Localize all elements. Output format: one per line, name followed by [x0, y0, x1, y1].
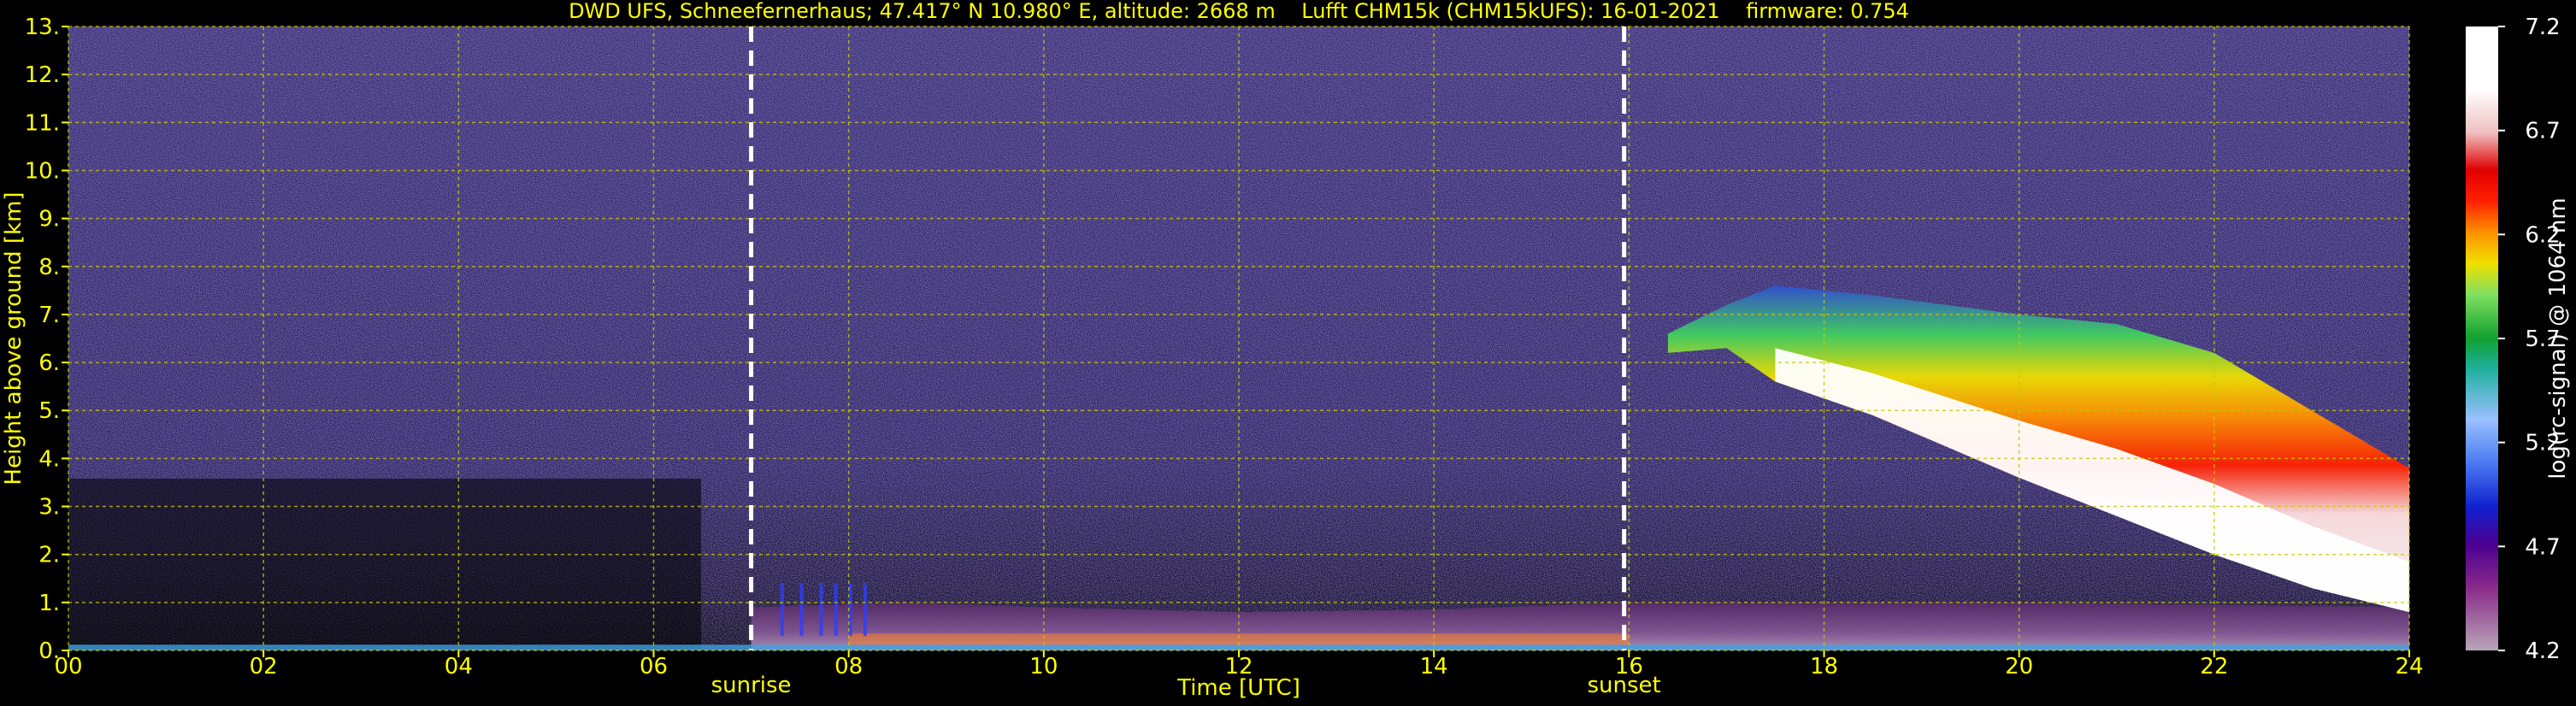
night-dark-region — [68, 479, 701, 650]
x-tick-label: 22 — [2200, 654, 2228, 680]
x-axis-label: Time [UTC] — [1176, 675, 1300, 701]
x-tick-label: 08 — [834, 654, 863, 680]
lidar-chart: sunrise sunset 00 02 04 06 08 10 12 14 16 18 20 22 24… — [1, 0, 2571, 701]
aerosol-spike — [834, 583, 838, 637]
event-label-sunrise: sunrise — [711, 673, 792, 698]
x-tick-label: 02 — [250, 654, 278, 680]
x-tick-label: 18 — [1810, 654, 1838, 680]
colorbar-tick-label: 6.7 — [2525, 119, 2560, 144]
x-tick-label: 20 — [2005, 654, 2033, 680]
y-tick-label: 0. — [38, 638, 60, 664]
colorbar-label: log(rc-signal) @ 1064 nm — [2545, 197, 2571, 479]
chart-title: DWD UFS, Schneefernerhaus; 47.417° N 10.… — [569, 0, 1909, 23]
aerosol-spike — [780, 583, 784, 637]
x-tick-label: 10 — [1029, 654, 1058, 680]
aerosol-spike — [863, 583, 867, 637]
y-tick-label: 1. — [38, 591, 60, 616]
x-tick-label: 04 — [445, 654, 473, 680]
y-tick-label: 8. — [38, 255, 60, 280]
y-tick-label: 7. — [38, 303, 60, 328]
colorbar-tick-label: 4.7 — [2525, 534, 2560, 560]
colorbar-tick-label: 4.2 — [2525, 638, 2560, 664]
aerosol-spike — [819, 583, 823, 637]
x-tick-label: 24 — [2395, 654, 2423, 680]
y-tick-label: 6. — [38, 350, 60, 376]
y-tick-label: 2. — [38, 543, 60, 568]
colorbar-tick-label: 7.2 — [2525, 15, 2560, 40]
y-tick-label: 12. — [25, 62, 60, 88]
x-tick-label: 16 — [1615, 654, 1643, 680]
colorbar — [2466, 26, 2498, 650]
y-tick-label: 5. — [38, 398, 60, 424]
x-tick-label: 06 — [640, 654, 668, 680]
y-tick-label: 10. — [25, 158, 60, 184]
y-tick-label: 9. — [38, 207, 60, 232]
y-tick-label: 11. — [25, 110, 60, 136]
y-tick-label: 3. — [38, 495, 60, 521]
x-tick-label: 14 — [1420, 654, 1448, 680]
aerosol-spike — [799, 583, 804, 637]
y-axis-ticks: 0. 1. 2. 3. 4. 5. 6. 7. 8. 9. 10. 11. 12. 13. — [25, 15, 68, 664]
y-axis-label: Height above ground [km] — [1, 191, 27, 485]
y-tick-label: 13. — [25, 15, 60, 40]
y-tick-label: 4. — [38, 446, 60, 472]
